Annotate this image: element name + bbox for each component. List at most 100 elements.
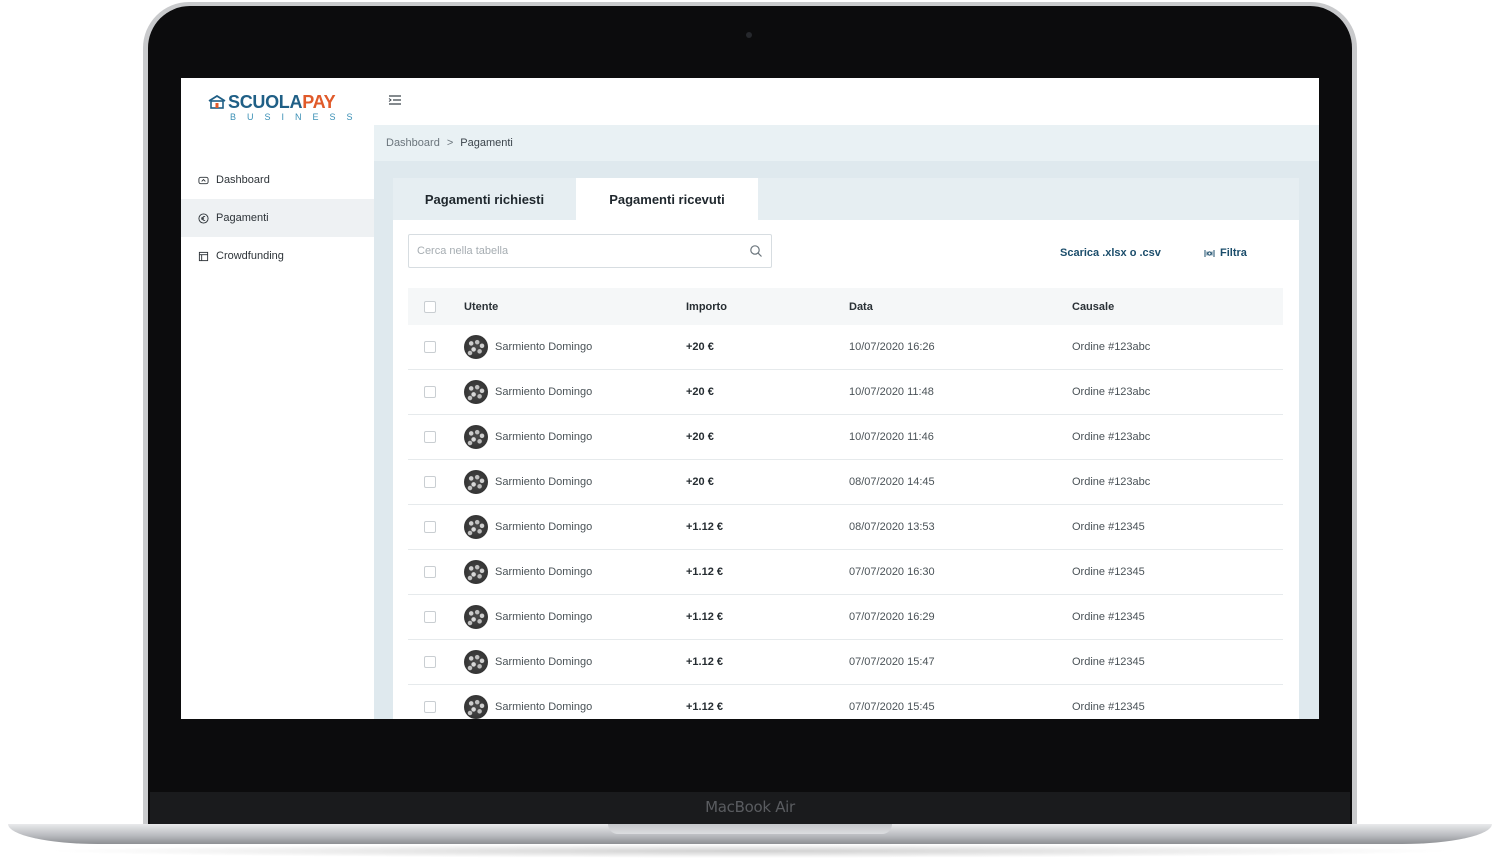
download-button[interactable]: Scarica .xlsx o .csv bbox=[1060, 247, 1161, 259]
row-checkbox-cell bbox=[408, 431, 464, 443]
date-cell: 07/07/2020 16:30 bbox=[849, 566, 935, 578]
search-icon[interactable] bbox=[749, 244, 763, 258]
table-header: Utente Importo Data Causale bbox=[408, 288, 1283, 325]
sidebar-item-crowdfunding[interactable]: Crowdfunding bbox=[181, 237, 374, 275]
user-name: Sarmiento Domingo bbox=[495, 656, 593, 668]
euro-icon bbox=[198, 212, 209, 224]
sidebar-nav: Dashboard Pagamenti Crowdfunding bbox=[181, 161, 374, 275]
row-checkbox-cell bbox=[408, 566, 464, 578]
user-cell: Sarmiento Domingo bbox=[464, 695, 686, 719]
date-cell: 08/07/2020 13:53 bbox=[849, 521, 935, 533]
row-checkbox-cell bbox=[408, 341, 464, 353]
reason-cell: Ordine #123abc bbox=[1072, 476, 1151, 488]
brand-subtitle: BUSINESS bbox=[230, 112, 364, 122]
row-checkbox-cell bbox=[408, 521, 464, 533]
table-row[interactable]: Sarmiento Domingo +1.12 € 07/07/2020 15:47… bbox=[408, 640, 1283, 685]
row-checkbox[interactable] bbox=[424, 341, 436, 353]
date-cell: 07/07/2020 15:45 bbox=[849, 701, 935, 713]
row-checkbox[interactable] bbox=[424, 431, 436, 443]
row-checkbox[interactable] bbox=[424, 611, 436, 623]
row-checkbox-cell bbox=[408, 611, 464, 623]
user-name: Sarmiento Domingo bbox=[495, 611, 593, 623]
row-checkbox[interactable] bbox=[424, 386, 436, 398]
table-row[interactable]: Sarmiento Domingo +20 € 10/07/2020 11:48 Or… bbox=[408, 370, 1283, 415]
row-checkbox[interactable] bbox=[424, 566, 436, 578]
sidebar: SCUOLAPAY BUSINESS Dashboard Pagamenti C… bbox=[181, 78, 374, 719]
avatar bbox=[464, 695, 488, 719]
table-row[interactable]: Sarmiento Domingo +1.12 € 07/07/2020 16:29… bbox=[408, 595, 1283, 640]
laptop-notch bbox=[608, 824, 892, 834]
avatar bbox=[464, 605, 488, 629]
sidebar-item-label: Dashboard bbox=[216, 174, 270, 186]
user-name: Sarmiento Domingo bbox=[495, 476, 593, 488]
search-box bbox=[408, 234, 772, 268]
sidebar-item-pagamenti[interactable]: Pagamenti bbox=[181, 199, 374, 237]
date-cell: 10/07/2020 11:46 bbox=[849, 431, 934, 443]
table-body: Sarmiento Domingo +20 € 10/07/2020 16:26 Or… bbox=[408, 325, 1283, 719]
reason-cell: Ordine #12345 bbox=[1072, 656, 1145, 668]
payments-card: Pagamenti richiesti Pagamenti ricevuti S… bbox=[393, 178, 1299, 719]
user-cell: Sarmiento Domingo bbox=[464, 470, 686, 494]
avatar bbox=[464, 335, 488, 359]
table-row[interactable]: Sarmiento Domingo +1.12 € 08/07/2020 13:53… bbox=[408, 505, 1283, 550]
avatar bbox=[464, 425, 488, 449]
user-name: Sarmiento Domingo bbox=[495, 566, 593, 578]
avatar bbox=[464, 650, 488, 674]
column-header-data[interactable]: Data bbox=[849, 301, 1072, 313]
table-row[interactable]: Sarmiento Domingo +20 € 10/07/2020 11:46 Or… bbox=[408, 415, 1283, 460]
tab-pagamenti-ricevuti[interactable]: Pagamenti ricevuti bbox=[576, 178, 758, 220]
brand-name: SCUOLAPAY bbox=[228, 92, 336, 113]
table-row[interactable]: Sarmiento Domingo +20 € 10/07/2020 16:26 Or… bbox=[408, 325, 1283, 370]
table-row[interactable]: Sarmiento Domingo +20 € 08/07/2020 14:45 Or… bbox=[408, 460, 1283, 505]
filter-icon bbox=[1204, 249, 1215, 257]
sidebar-item-dashboard[interactable]: Dashboard bbox=[181, 161, 374, 199]
row-checkbox-cell bbox=[408, 656, 464, 668]
reason-cell: Ordine #12345 bbox=[1072, 611, 1145, 623]
table-row[interactable]: Sarmiento Domingo +1.12 € 07/07/2020 15:45… bbox=[408, 685, 1283, 719]
row-checkbox[interactable] bbox=[424, 476, 436, 488]
tab-pagamenti-richiesti[interactable]: Pagamenti richiesti bbox=[393, 178, 576, 220]
device-model-label: MacBook Air bbox=[705, 798, 795, 816]
breadcrumb-separator: > bbox=[446, 137, 454, 149]
user-name: Sarmiento Domingo bbox=[495, 431, 593, 443]
user-cell: Sarmiento Domingo bbox=[464, 335, 686, 359]
user-name: Sarmiento Domingo bbox=[495, 386, 593, 398]
tab-bar: Pagamenti richiesti Pagamenti ricevuti bbox=[393, 178, 1299, 220]
brand-name-part1: SCUOLA bbox=[228, 92, 303, 112]
date-cell: 07/07/2020 16:29 bbox=[849, 611, 935, 623]
column-header-utente[interactable]: Utente bbox=[464, 301, 686, 313]
amount-cell: +20 € bbox=[686, 341, 714, 353]
row-checkbox[interactable] bbox=[424, 521, 436, 533]
laptop-shadow bbox=[40, 844, 1460, 858]
amount-cell: +1.12 € bbox=[686, 521, 724, 533]
breadcrumb: Dashboard > Pagamenti bbox=[374, 125, 1319, 161]
date-cell: 10/07/2020 11:48 bbox=[849, 386, 934, 398]
column-header-importo[interactable]: Importo bbox=[686, 301, 849, 313]
dashboard-icon bbox=[198, 176, 209, 184]
row-checkbox[interactable] bbox=[424, 701, 436, 713]
reason-cell: Ordine #123abc bbox=[1072, 341, 1151, 353]
app-screen: SCUOLAPAY BUSINESS Dashboard Pagamenti C… bbox=[181, 78, 1319, 719]
column-header-causale[interactable]: Causale bbox=[1072, 301, 1283, 313]
amount-cell: +20 € bbox=[686, 431, 714, 443]
menu-toggle-icon[interactable] bbox=[388, 94, 402, 106]
user-cell: Sarmiento Domingo bbox=[464, 560, 686, 584]
avatar bbox=[464, 515, 488, 539]
filter-label: Filtra bbox=[1220, 247, 1247, 259]
amount-cell: +20 € bbox=[686, 386, 714, 398]
user-name: Sarmiento Domingo bbox=[495, 341, 593, 353]
date-cell: 07/07/2020 15:47 bbox=[849, 656, 935, 668]
breadcrumb-root[interactable]: Dashboard bbox=[386, 137, 440, 149]
reason-cell: Ordine #12345 bbox=[1072, 521, 1145, 533]
row-checkbox-cell bbox=[408, 386, 464, 398]
search-input[interactable] bbox=[409, 235, 739, 267]
brand-logo[interactable]: SCUOLAPAY BUSINESS bbox=[208, 92, 358, 126]
amount-cell: +1.12 € bbox=[686, 611, 724, 623]
filter-button[interactable]: Filtra bbox=[1204, 247, 1247, 259]
row-checkbox[interactable] bbox=[424, 656, 436, 668]
user-cell: Sarmiento Domingo bbox=[464, 515, 686, 539]
select-all-checkbox[interactable] bbox=[424, 300, 436, 313]
table-row[interactable]: Sarmiento Domingo +1.12 € 07/07/2020 16:30… bbox=[408, 550, 1283, 595]
row-checkbox-cell bbox=[408, 701, 464, 713]
reason-cell: Ordine #123abc bbox=[1072, 431, 1151, 443]
